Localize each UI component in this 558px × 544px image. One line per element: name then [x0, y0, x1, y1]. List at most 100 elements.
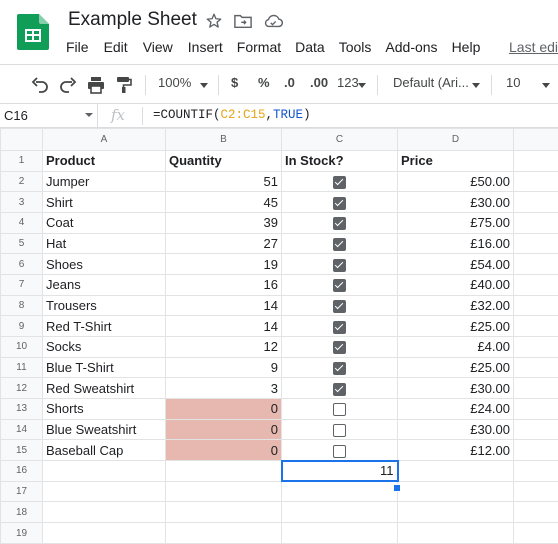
- row-header[interactable]: 3: [0, 191, 43, 214]
- price-cell[interactable]: £30.00: [397, 377, 514, 400]
- formula-input[interactable]: =COUNTIF(C2:C15,TRUE): [153, 108, 311, 122]
- price-cell[interactable]: £30.00: [397, 418, 514, 441]
- increase-decimal-button[interactable]: .00: [310, 75, 328, 90]
- menu-addons[interactable]: Add-ons: [385, 39, 437, 59]
- in-stock-cell[interactable]: [281, 170, 398, 193]
- in-stock-cell[interactable]: [281, 356, 398, 379]
- move-folder-icon[interactable]: [234, 13, 252, 29]
- table-cell[interactable]: [513, 253, 558, 276]
- product-cell[interactable]: Jumper: [42, 170, 166, 193]
- decrease-decimal-button[interactable]: .0: [284, 75, 295, 90]
- price-cell[interactable]: £54.00: [397, 253, 514, 276]
- table-cell[interactable]: [397, 480, 514, 503]
- print-icon[interactable]: [87, 76, 105, 94]
- in-stock-cell[interactable]: [281, 418, 398, 441]
- quantity-cell[interactable]: 0: [165, 439, 282, 462]
- checkbox-checked[interactable]: [333, 362, 346, 376]
- row-header[interactable]: 5: [0, 232, 43, 255]
- table-cell[interactable]: [513, 212, 558, 234]
- table-cell[interactable]: [42, 501, 166, 524]
- product-cell[interactable]: Hat: [42, 232, 166, 255]
- price-cell[interactable]: £32.00: [397, 294, 514, 317]
- product-cell[interactable]: Baseball Cap: [42, 439, 166, 462]
- selected-result-cell[interactable]: 11: [280, 459, 399, 483]
- in-stock-cell[interactable]: [281, 315, 398, 338]
- undo-icon[interactable]: [31, 77, 49, 93]
- table-cell[interactable]: [281, 501, 398, 524]
- menu-tools[interactable]: Tools: [339, 39, 372, 59]
- percent-button[interactable]: %: [258, 75, 270, 90]
- menu-edit[interactable]: Edit: [104, 39, 128, 59]
- column-header-d[interactable]: D: [397, 128, 514, 151]
- price-cell[interactable]: £24.00: [397, 398, 514, 420]
- checkbox-checked[interactable]: [333, 217, 346, 231]
- font-size-select[interactable]: 10: [506, 75, 520, 90]
- more-formats-button[interactable]: 123: [337, 75, 359, 90]
- table-cell[interactable]: [513, 398, 558, 420]
- checkbox-checked[interactable]: [333, 176, 346, 190]
- selection-fill-handle[interactable]: [393, 484, 401, 492]
- menu-file[interactable]: File: [66, 39, 89, 59]
- table-cell[interactable]: [165, 480, 282, 503]
- cloud-status-icon[interactable]: [263, 13, 283, 29]
- last-edit-link[interactable]: Last edi: [509, 39, 558, 55]
- price-cell[interactable]: £75.00: [397, 212, 514, 234]
- checkbox-checked[interactable]: [333, 196, 346, 210]
- checkbox-checked[interactable]: [333, 300, 346, 314]
- table-cell[interactable]: [513, 315, 558, 338]
- chevron-down-icon[interactable]: [85, 113, 93, 117]
- price-cell[interactable]: £16.00: [397, 232, 514, 255]
- row-header[interactable]: 9: [0, 315, 43, 338]
- price-cell[interactable]: £25.00: [397, 356, 514, 379]
- product-cell[interactable]: Shirt: [42, 191, 166, 214]
- menu-view[interactable]: View: [143, 39, 173, 59]
- row-header[interactable]: 14: [0, 418, 43, 441]
- column-header-b[interactable]: B: [165, 128, 282, 151]
- font-family-select[interactable]: Default (Ari...: [393, 75, 469, 90]
- menu-insert[interactable]: Insert: [188, 39, 223, 59]
- table-cell[interactable]: [42, 522, 166, 544]
- product-cell[interactable]: Shoes: [42, 253, 166, 276]
- name-box[interactable]: C16: [0, 104, 98, 127]
- select-all-corner[interactable]: [0, 128, 43, 151]
- quantity-cell[interactable]: 9: [165, 356, 282, 379]
- row-header[interactable]: 11: [0, 356, 43, 379]
- table-cell[interactable]: [513, 356, 558, 379]
- quantity-cell[interactable]: 3: [165, 377, 282, 400]
- sheets-logo-icon[interactable]: [17, 14, 49, 50]
- price-cell[interactable]: £12.00: [397, 439, 514, 462]
- checkbox-checked[interactable]: [333, 279, 346, 293]
- checkbox-unchecked[interactable]: [333, 424, 346, 438]
- row-header[interactable]: 18: [0, 501, 43, 524]
- in-stock-cell[interactable]: [281, 191, 398, 214]
- table-cell[interactable]: [281, 480, 398, 503]
- table-cell[interactable]: [513, 191, 558, 214]
- table-cell[interactable]: [513, 522, 558, 544]
- quantity-cell[interactable]: 14: [165, 294, 282, 317]
- in-stock-cell[interactable]: [281, 377, 398, 400]
- checkbox-checked[interactable]: [333, 320, 346, 334]
- product-cell[interactable]: Shorts: [42, 398, 166, 420]
- row-header[interactable]: 15: [0, 439, 43, 462]
- checkbox-unchecked[interactable]: [333, 444, 346, 458]
- price-cell[interactable]: £50.00: [397, 170, 514, 193]
- in-stock-cell[interactable]: [281, 336, 398, 358]
- quantity-cell[interactable]: 0: [165, 398, 282, 420]
- table-cell[interactable]: [513, 170, 558, 193]
- checkbox-checked[interactable]: [333, 238, 346, 252]
- table-cell[interactable]: [513, 480, 558, 503]
- row-header[interactable]: 10: [0, 336, 43, 358]
- table-cell[interactable]: [165, 460, 282, 482]
- row-header[interactable]: 8: [0, 294, 43, 317]
- in-stock-cell[interactable]: [281, 439, 398, 462]
- table-cell[interactable]: [513, 460, 558, 482]
- product-cell[interactable]: Blue Sweatshirt: [42, 418, 166, 441]
- quantity-cell[interactable]: 19: [165, 253, 282, 276]
- row-header[interactable]: 1: [0, 150, 43, 172]
- checkbox-unchecked[interactable]: [333, 403, 346, 417]
- product-cell[interactable]: Socks: [42, 336, 166, 358]
- table-cell[interactable]: [281, 522, 398, 544]
- in-stock-cell[interactable]: [281, 294, 398, 317]
- table-cell[interactable]: [513, 232, 558, 255]
- header-cell-price[interactable]: Price: [397, 150, 514, 172]
